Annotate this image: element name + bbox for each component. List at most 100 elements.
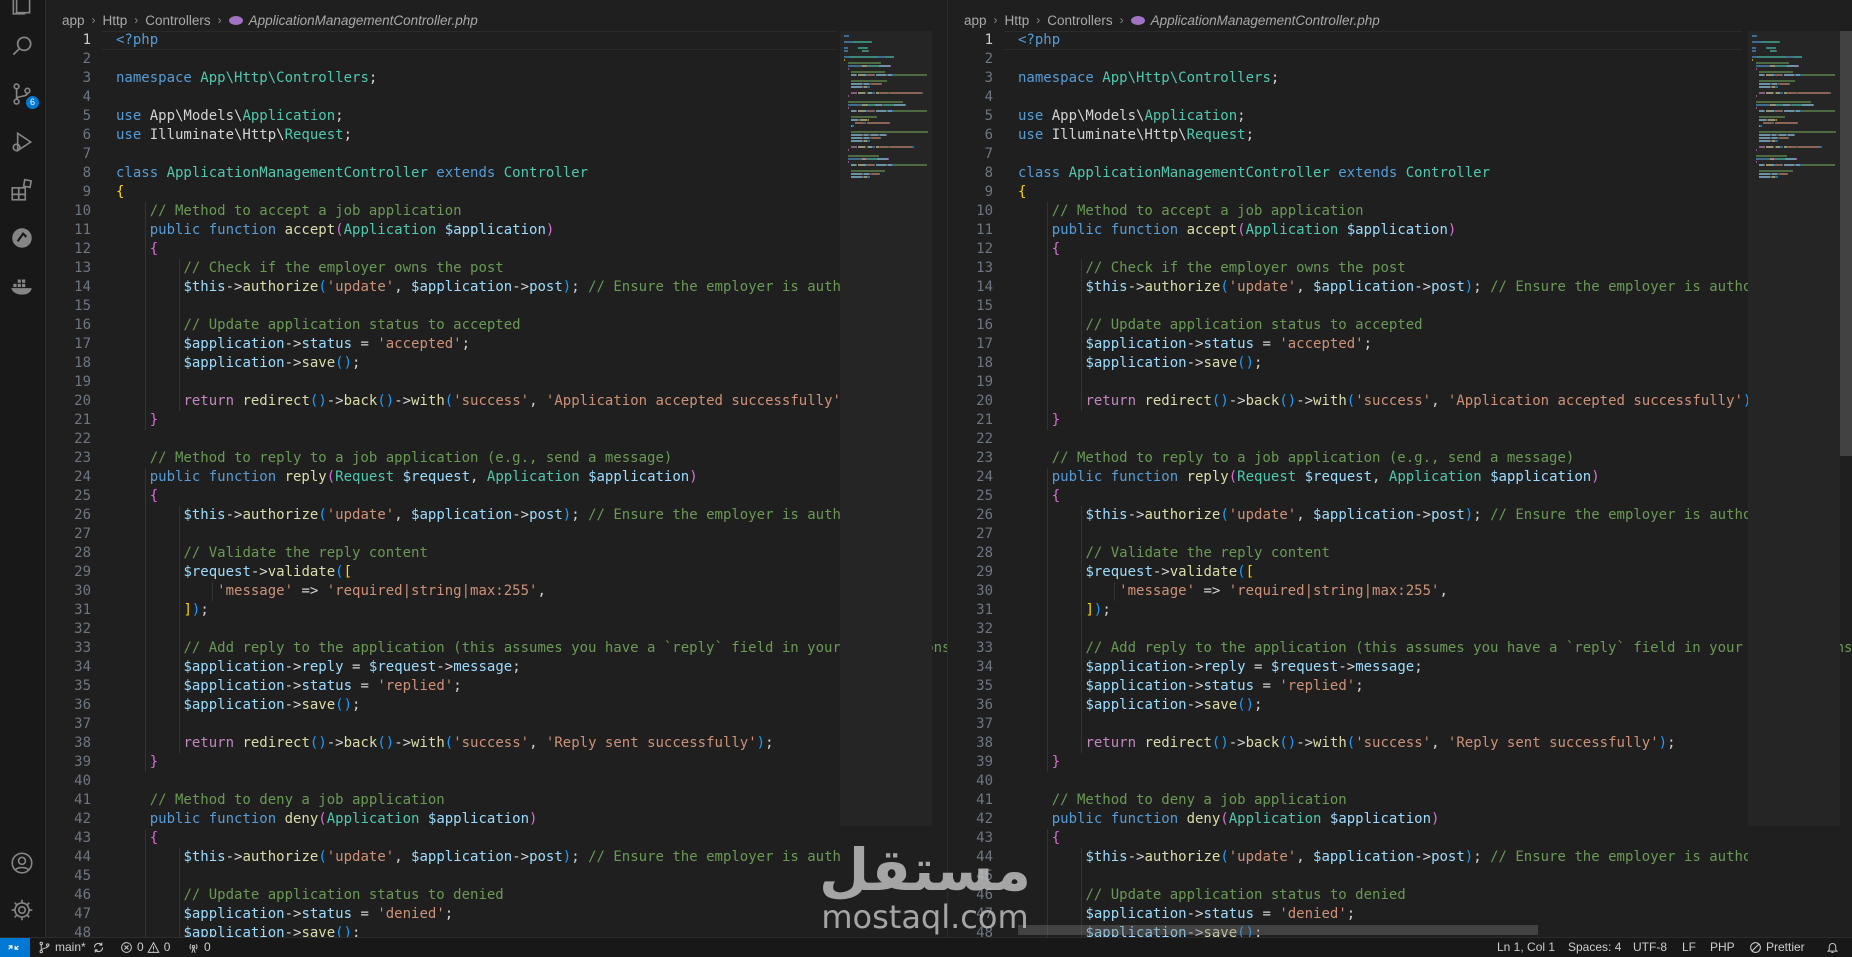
code-line[interactable]: 15 (46, 297, 947, 316)
source-control-icon[interactable]: 6 (8, 80, 39, 109)
code-line[interactable]: 28 // Validate the reply content (46, 544, 947, 563)
code-line[interactable]: 33 // Add reply to the application (this… (46, 639, 947, 658)
code-line[interactable]: 37 (948, 715, 1852, 734)
horizontal-scrollbar-thumb[interactable] (1018, 925, 1538, 935)
code-line[interactable]: 25 { (46, 487, 947, 506)
code-line[interactable]: 2 (948, 50, 1852, 69)
minimap-slider[interactable] (1748, 31, 1840, 826)
code-line[interactable]: 13 // Check if the employer owns the pos… (948, 259, 1852, 278)
code-line[interactable]: 16 // Update application status to accep… (948, 316, 1852, 335)
code-line[interactable]: 8 class ApplicationManagementController e… (46, 164, 947, 183)
code-line[interactable]: 6 use Illuminate\Http\Request; (46, 126, 947, 145)
code-line[interactable]: 22 (46, 430, 947, 449)
code-line[interactable]: 43 { (948, 829, 1852, 848)
code-line[interactable]: 37 (46, 715, 947, 734)
editor-pane-right[interactable]: app › Http › Controllers › ApplicationMa… (948, 0, 1852, 937)
code-line[interactable]: 3 namespace App\Http\Controllers; (948, 69, 1852, 88)
code-line[interactable]: 4 (948, 88, 1852, 107)
search-icon[interactable] (8, 32, 36, 60)
vertical-scrollbar-thumb[interactable] (1840, 31, 1852, 456)
gitlens-icon[interactable] (8, 224, 36, 252)
vertical-scrollbar[interactable] (933, 31, 945, 937)
code-line[interactable]: 4 (46, 88, 947, 107)
vertical-scrollbar[interactable] (1840, 31, 1852, 937)
minimap-slider[interactable] (840, 31, 932, 826)
code-line[interactable]: 32 (46, 620, 947, 639)
docker-icon[interactable] (8, 272, 36, 300)
code-line[interactable]: 30 'message' => 'required|string|max:255… (948, 582, 1852, 601)
code-line[interactable]: 40 (46, 772, 947, 791)
breadcrumb-segment-controllers[interactable]: Controllers (1047, 13, 1112, 28)
code-line[interactable]: 34 $application->reply = $request->messa… (46, 658, 947, 677)
ports-status[interactable]: 0 (187, 938, 211, 957)
encoding-status[interactable]: UTF-8 (1633, 938, 1667, 957)
breadcrumb-segment-http[interactable]: Http (103, 13, 128, 28)
code-line[interactable]: 11 public function accept(Application $a… (46, 221, 947, 240)
code-line[interactable]: 10 // Method to accept a job application (46, 202, 947, 221)
code-line[interactable]: 9{ (948, 183, 1852, 202)
code-line[interactable]: 1 <?php (46, 31, 947, 50)
problems-status[interactable]: 0 0 (120, 938, 170, 957)
code-line[interactable]: 39 } (948, 753, 1852, 772)
code-line[interactable]: 26 $this->authorize('update', $applicati… (948, 506, 1852, 525)
minimap[interactable] (1748, 31, 1840, 937)
code-line[interactable]: 17 $application->status = 'accepted'; (46, 335, 947, 354)
code-line[interactable]: 14 $this->authorize('update', $applicati… (46, 278, 947, 297)
code-line[interactable]: 44 $this->authorize('update', $applicati… (948, 848, 1852, 867)
code-line[interactable]: 17 $application->status = 'accepted'; (948, 335, 1852, 354)
code-line[interactable]: 36 $application->save(); (46, 696, 947, 715)
code-line[interactable]: 31 ]); (948, 601, 1852, 620)
code-line[interactable]: 12 { (46, 240, 947, 259)
code-line[interactable]: 13 // Check if the employer owns the pos… (46, 259, 947, 278)
breadcrumb-segment-app[interactable]: app (62, 13, 85, 28)
code-line[interactable]: 5 use App\Models\Application; (948, 107, 1852, 126)
code-line[interactable]: 24 public function reply(Request $reques… (948, 468, 1852, 487)
code-line[interactable]: 3 namespace App\Http\Controllers; (46, 69, 947, 88)
code-line[interactable]: 11 public function accept(Application $a… (948, 221, 1852, 240)
branch-status[interactable]: main* (38, 938, 109, 957)
code-line[interactable]: 35 $application->status = 'replied'; (948, 677, 1852, 696)
code-line[interactable]: 27 (948, 525, 1852, 544)
code-line[interactable]: 18 $application->save(); (46, 354, 947, 373)
code-line[interactable]: 21 } (46, 411, 947, 430)
code-line[interactable]: 15 (948, 297, 1852, 316)
code-line[interactable]: 23 // Method to reply to a job applicati… (948, 449, 1852, 468)
notifications-bell-icon[interactable] (1826, 938, 1843, 957)
code-line[interactable]: 38 return redirect()->back()->with('succ… (46, 734, 947, 753)
code-line[interactable]: 21 } (948, 411, 1852, 430)
code-line[interactable]: 14 $this->authorize('update', $applicati… (948, 278, 1852, 297)
code-line[interactable]: 34 $application->reply = $request->messa… (948, 658, 1852, 677)
code-line[interactable]: 23 // Method to reply to a job applicati… (46, 449, 947, 468)
code-line[interactable]: 41 // Method to deny a job application (46, 791, 947, 810)
code-line[interactable]: 7 (948, 145, 1852, 164)
code-line[interactable]: 29 $request->validate([ (46, 563, 947, 582)
code-editor[interactable]: 1 <?php 2 3 namespace App\Http\Controllers; 4… (948, 31, 1852, 937)
code-line[interactable]: 38 return redirect()->back()->with('succ… (948, 734, 1852, 753)
code-line[interactable]: 1 <?php (948, 31, 1852, 50)
code-line[interactable]: 28 // Validate the reply content (948, 544, 1852, 563)
run-debug-icon[interactable] (8, 128, 36, 156)
editor-pane-left[interactable]: app › Http › Controllers › ApplicationMa… (46, 0, 947, 937)
code-line[interactable]: 29 $request->validate([ (948, 563, 1852, 582)
code-line[interactable]: 45 (948, 867, 1852, 886)
language-mode[interactable]: PHP (1710, 938, 1735, 957)
code-line[interactable]: 20 return redirect()->back()->with('succ… (948, 392, 1852, 411)
cursor-position[interactable]: Ln 1, Col 1 (1497, 938, 1555, 957)
prettier-status[interactable]: Prettier (1749, 938, 1805, 957)
code-line[interactable]: 19 (948, 373, 1852, 392)
breadcrumb-segment-controllers[interactable]: Controllers (145, 13, 210, 28)
code-line[interactable]: 6 use Illuminate\Http\Request; (948, 126, 1852, 145)
code-line[interactable]: 5 use App\Models\Application; (46, 107, 947, 126)
code-line[interactable]: 25 { (948, 487, 1852, 506)
code-line[interactable]: 47 $application->status = 'denied'; (948, 905, 1852, 924)
breadcrumb-segment-app[interactable]: app (964, 13, 987, 28)
code-line[interactable]: 9{ (46, 183, 947, 202)
breadcrumb-file[interactable]: ApplicationManagementController.php (1151, 13, 1380, 28)
code-line[interactable]: 30 'message' => 'required|string|max:255… (46, 582, 947, 601)
code-line[interactable]: 35 $application->status = 'replied'; (46, 677, 947, 696)
code-line[interactable]: 26 $this->authorize('update', $applicati… (46, 506, 947, 525)
code-line[interactable]: 46 // Update application status to denie… (948, 886, 1852, 905)
code-line[interactable]: 33 // Add reply to the application (this… (948, 639, 1852, 658)
code-line[interactable]: 19 (46, 373, 947, 392)
code-line[interactable]: 39 } (46, 753, 947, 772)
